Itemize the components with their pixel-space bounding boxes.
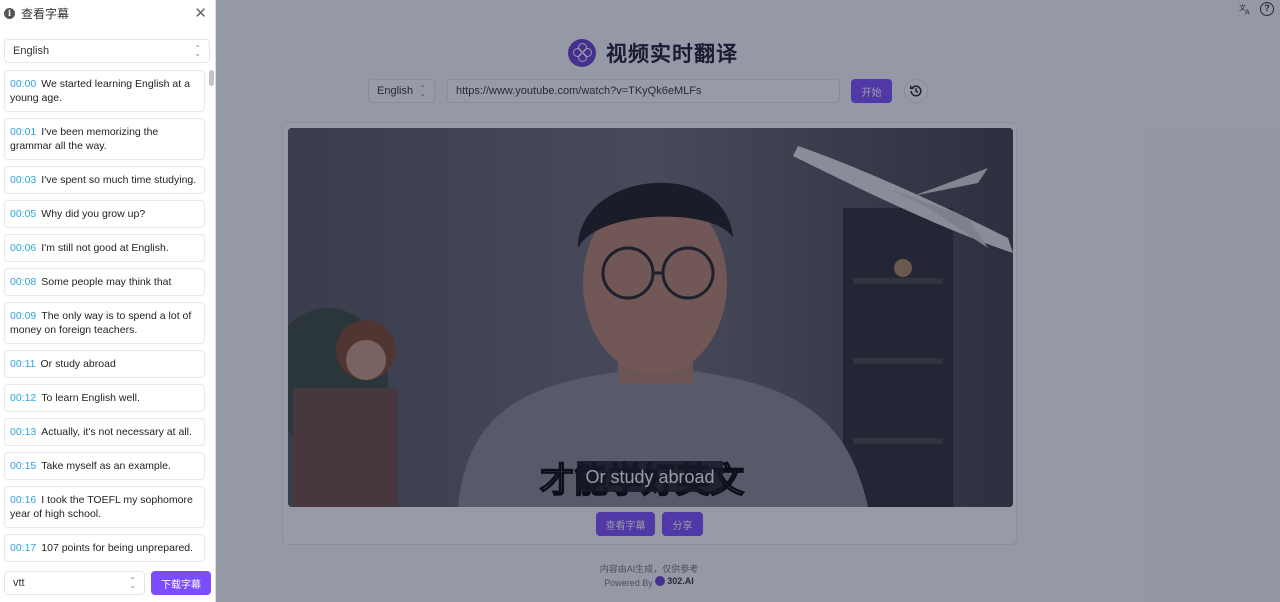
subtitle-item[interactable]: 00:12 To learn English well. — [4, 384, 205, 412]
subtitle-timestamp[interactable]: 00:01 — [10, 126, 36, 138]
close-icon[interactable]: ✕ — [194, 4, 207, 22]
subtitle-item[interactable]: 00:06 I'm still not good at English. — [4, 234, 205, 262]
subtitle-timestamp[interactable]: 00:15 — [10, 460, 36, 472]
select-arrows-icon: ⌃ ⌄ — [194, 44, 201, 58]
info-icon: i — [4, 7, 15, 19]
subtitle-text: Actually, it's not necessary at all. — [41, 426, 192, 438]
scrollbar-thumb[interactable] — [209, 70, 214, 86]
drawer-footer: vtt ⌃ ⌄ 下载字幕 — [0, 564, 216, 602]
subtitle-timestamp[interactable]: 00:00 — [10, 78, 36, 90]
select-arrows-icon: ⌃ ⌄ — [129, 576, 136, 590]
subtitles-drawer: i 查看字幕 ✕ English ⌃ ⌄ 00:00 We started lear… — [0, 0, 216, 602]
subtitle-format-value: vtt — [13, 577, 25, 589]
subtitle-text: We started learning English at a young a… — [10, 78, 190, 104]
subtitle-text: I've spent so much time studying. — [41, 174, 197, 186]
subtitle-timestamp[interactable]: 00:08 — [10, 276, 36, 288]
subtitle-text: Some people may think that — [41, 276, 172, 288]
subtitle-timestamp[interactable]: 00:12 — [10, 392, 36, 404]
subtitle-item[interactable]: 00:09 The only way is to spend a lot of m… — [4, 302, 205, 344]
subtitle-timestamp[interactable]: 00:17 — [10, 542, 36, 554]
subtitle-text: 107 points for being unprepared. — [41, 542, 194, 554]
subtitle-text: The only way is to spend a lot of money … — [10, 310, 192, 336]
subtitle-timestamp[interactable]: 00:03 — [10, 174, 36, 186]
subtitle-text: I took the TOEFL my sophomore year of hi… — [10, 494, 193, 520]
subtitle-item[interactable]: 00:17 107 points for being unprepared. — [4, 534, 205, 562]
subtitle-timestamp[interactable]: 00:05 — [10, 208, 36, 220]
subtitle-item[interactable]: 00:08 Some people may think that — [4, 268, 205, 296]
subtitle-item[interactable]: 00:03 I've spent so much time studying. — [4, 166, 205, 194]
subtitle-text: Why did you grow up? — [41, 208, 146, 220]
subtitle-format-select[interactable]: vtt ⌃ ⌄ — [4, 571, 145, 595]
subtitle-item[interactable]: 00:15 Take myself as an example. — [4, 452, 205, 480]
subtitle-item[interactable]: 00:13 Actually, it's not necessary at all… — [4, 418, 205, 446]
subtitle-timestamp[interactable]: 00:16 — [10, 494, 36, 506]
subtitle-item[interactable]: 00:01 I've been memorizing the grammar al… — [4, 118, 205, 160]
subtitle-text: To learn English well. — [41, 392, 140, 404]
subtitle-language-select[interactable]: English ⌃ ⌄ — [4, 39, 210, 63]
subtitle-text: Take myself as an example. — [41, 460, 171, 472]
subtitle-item[interactable]: 00:16 I took the TOEFL my sophomore year … — [4, 486, 205, 528]
subtitle-timestamp[interactable]: 00:11 — [10, 358, 36, 370]
drawer-title: 查看字幕 — [21, 6, 70, 21]
subtitle-list[interactable]: 00:00 We started learning English at a yo… — [0, 70, 216, 564]
subtitle-text: I'm still not good at English. — [41, 242, 169, 254]
download-subtitles-button[interactable]: 下载字幕 — [151, 571, 211, 595]
subtitle-item[interactable]: 00:00 We started learning English at a yo… — [4, 70, 205, 112]
subtitle-text: Or study abroad — [40, 358, 116, 370]
subtitle-timestamp[interactable]: 00:09 — [10, 310, 36, 322]
subtitle-timestamp[interactable]: 00:13 — [10, 426, 36, 438]
subtitle-item[interactable]: 00:05 Why did you grow up? — [4, 200, 205, 228]
subtitle-language-value: English — [13, 45, 50, 57]
subtitle-item[interactable]: 00:11 Or study abroad — [4, 350, 205, 378]
subtitle-timestamp[interactable]: 00:06 — [10, 242, 36, 254]
drawer-header: i 查看字幕 ✕ — [0, 0, 215, 26]
